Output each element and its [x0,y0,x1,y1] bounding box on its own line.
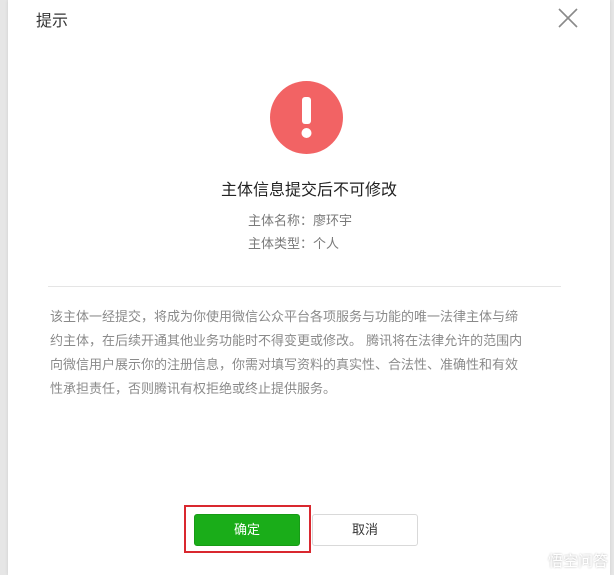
status-headline: 主体信息提交后不可修改 [220,180,397,199]
notice-line: 约主体，在后续开通其他业务功能时不得变更或修改。 腾讯将在法律允许的范围内 [50,334,523,349]
cancel-button[interactable]: 取消 [312,514,418,546]
close-icon [558,8,578,28]
dialog-title: 提示 [36,11,69,30]
subject-type-label: 主体类型： [248,237,314,252]
backdrop-left [0,0,8,575]
notice-text: 该主体一经提交，将成为你使用微信公众平台各项服务与功能的唯一法律主体与缔 约主体… [50,306,562,402]
warning-badge [270,81,343,154]
subject-name-row: 主体名称：廖环宇 [248,210,352,229]
confirm-button[interactable]: 确定 [194,514,300,546]
watermark-text: 悟空问答 [547,551,608,570]
warning-icon [301,97,312,138]
notice-line: 向微信用户展示你的注册信息，你需对填写资料的真实性、合法性、准确性和有效 [50,358,519,373]
subject-name-value: 廖环宇 [313,214,353,229]
notice-line: 性承担责任，否则腾讯有权拒绝或终止提供服务。 [50,382,337,397]
watermark: 悟空问答 [518,549,608,571]
notice-line: 该主体一经提交，将成为你使用微信公众平台各项服务与功能的唯一法律主体与缔 [50,310,519,325]
watermark-logo-icon [520,550,542,571]
backdrop-right [610,0,614,575]
divider [48,286,561,287]
close-button[interactable] [554,4,582,32]
confirm-dialog: 提示 主体信息提交后不可修改 主体名称：廖环宇 主体类型：个人 该主体一经提交，… [8,0,610,575]
subject-type-row: 主体类型：个人 [248,233,339,252]
subject-type-value: 个人 [313,237,340,252]
subject-name-label: 主体名称： [248,214,314,229]
